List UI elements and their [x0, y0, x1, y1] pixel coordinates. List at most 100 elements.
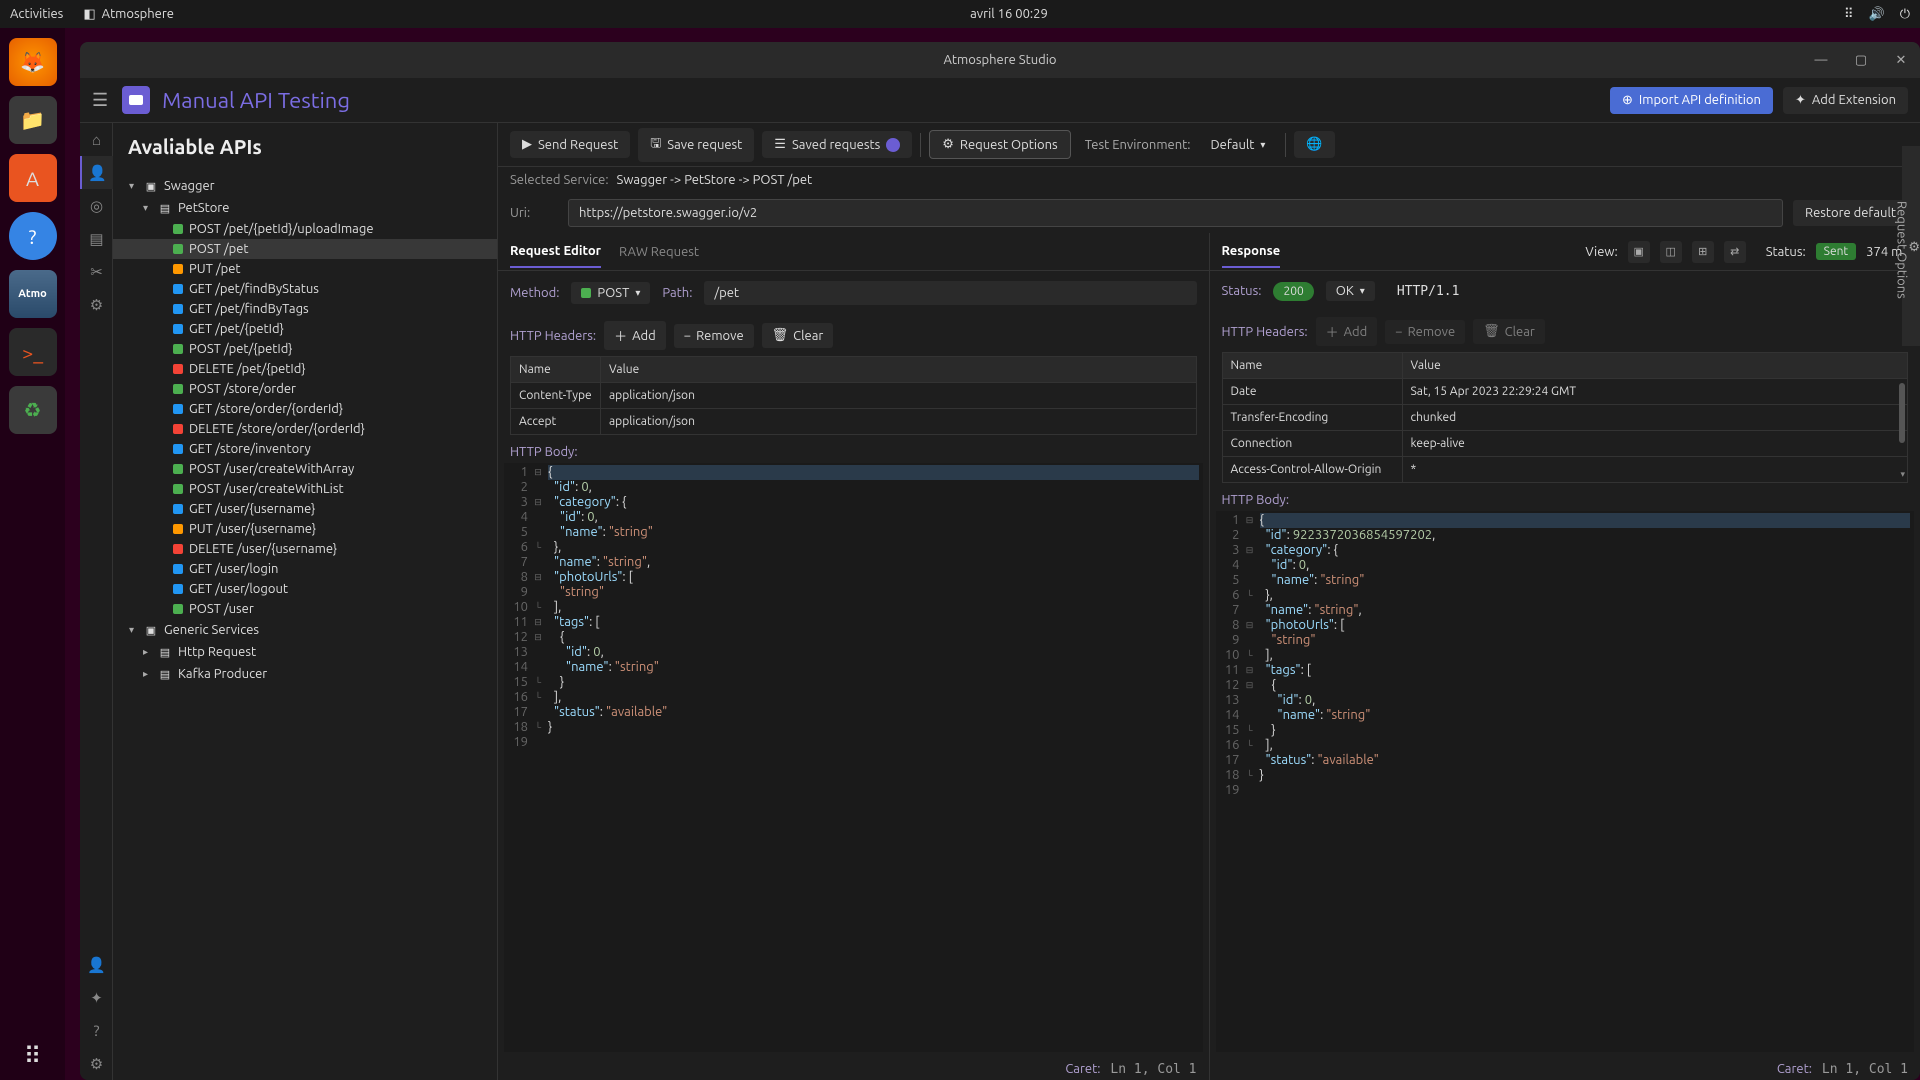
right-options-bar[interactable]: ⚙ Request Options: [1902, 146, 1920, 346]
sidebar-gear-icon[interactable]: ⚙: [80, 1047, 113, 1080]
dock-terminal-icon[interactable]: >_: [9, 328, 57, 376]
dock-atmosphere-icon[interactable]: Atmo: [9, 270, 57, 318]
sidebar-home-icon[interactable]: ⌂: [80, 123, 113, 156]
tree-swagger[interactable]: ▾ ▣ Swagger: [113, 175, 497, 197]
dock-files-icon[interactable]: 📁: [9, 96, 57, 144]
table-row[interactable]: DateSat, 15 Apr 2023 22:29:24 GMT: [1223, 379, 1908, 405]
sidebar-layers-icon[interactable]: ▤: [80, 222, 113, 255]
tree-endpoint[interactable]: GET /pet/findByTags: [113, 299, 497, 319]
import-api-button[interactable]: ⊕ Import API definition: [1610, 87, 1773, 114]
play-icon: ▶: [522, 137, 532, 152]
path-input[interactable]: /pet: [704, 281, 1196, 305]
power-icon[interactable]: ⏻: [1900, 7, 1910, 22]
add-header-button[interactable]: ＋Add: [604, 321, 666, 350]
table-row[interactable]: Content-Typeapplication/json: [511, 383, 1196, 409]
tab-raw-request[interactable]: RAW Request: [619, 237, 699, 267]
uri-input[interactable]: [568, 199, 1783, 227]
dock-software-icon[interactable]: A: [9, 154, 57, 202]
tree-petstore[interactable]: ▾ ▤ PetStore: [113, 197, 497, 219]
table-row[interactable]: Transfer-Encodingchunked: [1223, 405, 1908, 431]
remove-header-button[interactable]: −Remove: [674, 324, 754, 348]
tree-endpoint[interactable]: POST /user: [113, 599, 497, 619]
save-request-button[interactable]: 🖫 Save request: [638, 128, 754, 162]
status-text-select[interactable]: OK ▾: [1326, 281, 1375, 301]
selected-service-row: Selected Service: Swagger -> PetStore ->…: [498, 167, 1920, 193]
tree-endpoint[interactable]: PUT /pet: [113, 259, 497, 279]
sidebar-extension-icon[interactable]: ✦: [80, 981, 113, 1014]
request-options-button[interactable]: ⚙ Request Options: [929, 130, 1070, 159]
view-mode-1[interactable]: ▣: [1628, 241, 1650, 263]
tree-endpoint[interactable]: GET /pet/findByStatus: [113, 279, 497, 299]
titlebar: Atmosphere Studio — ▢ ✕: [80, 42, 1920, 78]
table-row[interactable]: Acceptapplication/json: [511, 409, 1196, 434]
plus-circle-icon: ⊕: [1622, 93, 1633, 108]
table-row[interactable]: Access-Control-Allow-Origin*: [1223, 457, 1908, 482]
tree-endpoint[interactable]: GET /pet/{petId}: [113, 319, 497, 339]
volume-icon[interactable]: 🔊: [1869, 7, 1885, 22]
maximize-button[interactable]: ▢: [1850, 49, 1872, 71]
tree-endpoint[interactable]: GET /user/logout: [113, 579, 497, 599]
sidebar-user-icon[interactable]: 👤: [80, 156, 113, 189]
tree-endpoint[interactable]: DELETE /user/{username}: [113, 539, 497, 559]
tree-http-request[interactable]: ▸ ▤ Http Request: [113, 641, 497, 663]
restore-default-button[interactable]: Restore default: [1793, 200, 1908, 226]
activities-button[interactable]: Activities: [10, 7, 63, 22]
add-extension-button[interactable]: ✦ Add Extension: [1783, 87, 1908, 114]
tab-response[interactable]: Response: [1222, 236, 1281, 268]
close-button[interactable]: ✕: [1890, 49, 1912, 71]
tree-endpoint[interactable]: GET /user/login: [113, 559, 497, 579]
dock-apps-icon[interactable]: ⠿: [9, 1032, 57, 1080]
tree-endpoint[interactable]: DELETE /pet/{petId}: [113, 359, 497, 379]
tree-endpoint[interactable]: POST /user/createWithList: [113, 479, 497, 499]
sidebar-settings-icon[interactable]: ⚙: [80, 288, 113, 321]
tree-endpoint[interactable]: GET /store/order/{orderId}: [113, 399, 497, 419]
app-indicator[interactable]: ◧ Atmosphere: [83, 7, 174, 22]
sidebar-tools-icon[interactable]: ✂: [80, 255, 113, 288]
scrollbar[interactable]: [1899, 383, 1905, 443]
tree-endpoint[interactable]: GET /user/{username}: [113, 499, 497, 519]
chevron-down-icon: ▾: [1360, 285, 1365, 297]
server-icon: ▤: [157, 666, 173, 682]
response-body-viewer[interactable]: 12345678910111213141516171819 ⊟⊟└⊟└⊟⊟└└└…: [1216, 511, 1915, 1052]
globe-button[interactable]: 🌐: [1294, 131, 1334, 158]
minimize-button[interactable]: —: [1810, 49, 1832, 71]
tree-endpoint[interactable]: PUT /user/{username}: [113, 519, 497, 539]
menu-icon[interactable]: ☰: [92, 90, 108, 111]
view-mode-2[interactable]: ◫: [1660, 241, 1682, 263]
method-badge-icon: [173, 244, 183, 254]
tree-generic[interactable]: ▾ ▣ Generic Services: [113, 619, 497, 641]
env-select[interactable]: Default ▾: [1198, 132, 1277, 158]
clock[interactable]: avril 16 00:29: [174, 7, 1844, 21]
table-row[interactable]: Connectionkeep-alive: [1223, 431, 1908, 457]
saved-requests-button[interactable]: ☰ Saved requests: [762, 131, 912, 158]
tree-endpoint[interactable]: POST /pet/{petId}: [113, 339, 497, 359]
tree-endpoint[interactable]: POST /pet: [113, 239, 497, 259]
app-header: ☰ Manual API Testing ⊕ Import API defini…: [80, 78, 1920, 123]
network-icon[interactable]: ⠿: [1844, 7, 1854, 22]
method-badge-icon: [173, 384, 183, 394]
puzzle-icon: ✦: [1795, 93, 1806, 108]
chevron-down-icon[interactable]: ▾: [1900, 469, 1905, 480]
view-mode-3[interactable]: ⊞: [1692, 241, 1714, 263]
tab-request-editor[interactable]: Request Editor: [510, 236, 601, 268]
sidebar-target-icon[interactable]: ◎: [80, 189, 113, 222]
tree-endpoint[interactable]: POST /user/createWithArray: [113, 459, 497, 479]
dock-trash-icon[interactable]: ♻: [9, 386, 57, 434]
method-badge-icon: [173, 524, 183, 534]
method-select[interactable]: POST ▾: [571, 282, 650, 304]
status-code: 200: [1273, 282, 1313, 301]
tree-endpoint[interactable]: DELETE /store/order/{orderId}: [113, 419, 497, 439]
sidebar-profile-icon[interactable]: 👤: [80, 948, 113, 981]
clear-headers-button[interactable]: 🗑Clear: [762, 323, 834, 348]
chevron-down-icon: ▾: [143, 202, 157, 214]
dock-firefox-icon[interactable]: 🦊: [9, 38, 57, 86]
tree-endpoint[interactable]: POST /store/order: [113, 379, 497, 399]
request-body-editor[interactable]: 12345678910111213141516171819 ⊟⊟└⊟└⊟⊟└└└…: [504, 463, 1203, 1052]
sidebar-help-icon[interactable]: ?: [80, 1014, 113, 1047]
dock-help-icon[interactable]: ?: [9, 212, 57, 260]
tree-endpoint[interactable]: GET /store/inventory: [113, 439, 497, 459]
tree-kafka[interactable]: ▸ ▤ Kafka Producer: [113, 663, 497, 685]
send-request-button[interactable]: ▶ Send Request: [510, 131, 630, 158]
view-mode-4[interactable]: ⇄: [1724, 241, 1746, 263]
tree-endpoint[interactable]: POST /pet/{petId}/uploadImage: [113, 219, 497, 239]
